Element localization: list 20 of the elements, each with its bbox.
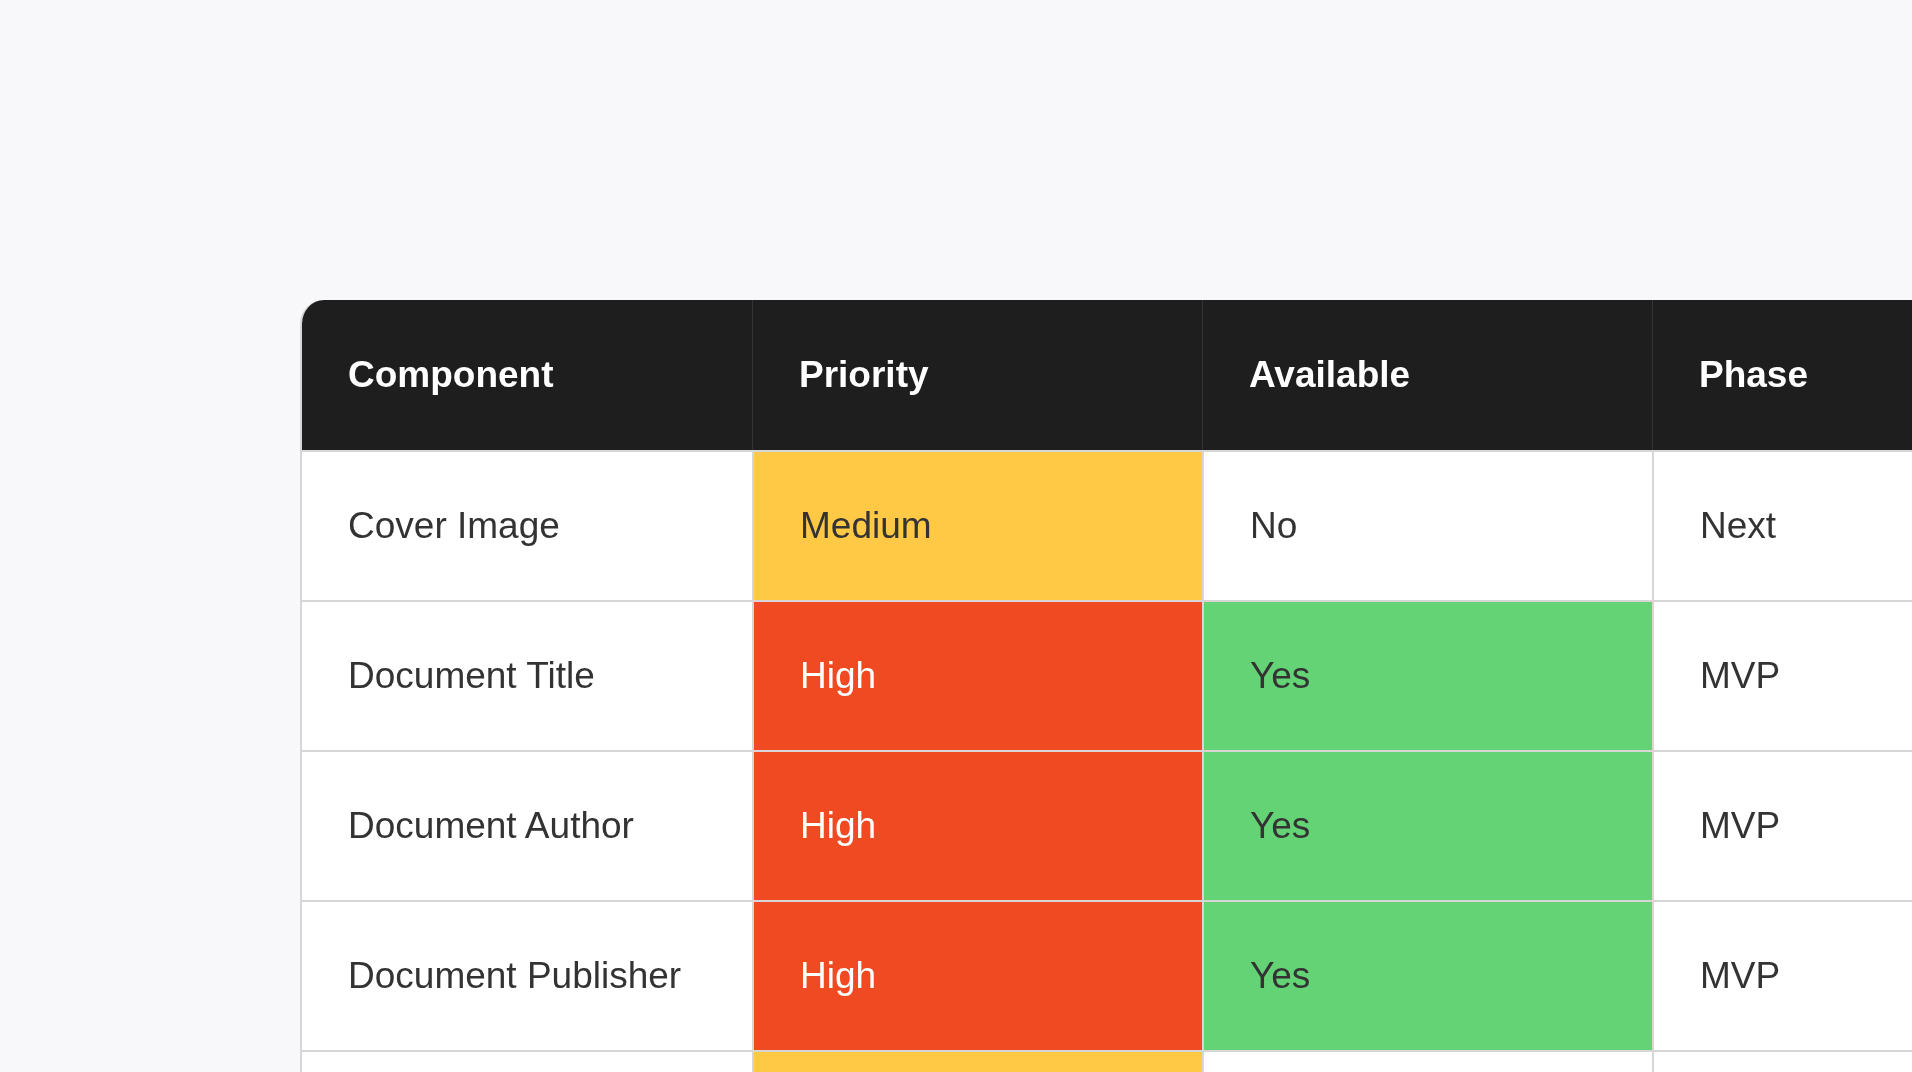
table-cell: Yes [1202, 902, 1652, 1050]
table-cell: No [1202, 452, 1652, 600]
table-cell-text: Cover Image [347, 504, 561, 549]
table-cell: MVP [1652, 752, 1912, 900]
table-cell: Yes [1202, 602, 1652, 750]
table-cell: Next [1652, 452, 1912, 600]
table-cell: MVP [1652, 602, 1912, 750]
table-cell: High [752, 902, 1202, 1050]
table-cell: High [752, 752, 1202, 900]
column-header: Priority [799, 353, 929, 398]
table-cell-text: Document Title [347, 654, 596, 699]
table-cell: Yes [1202, 752, 1652, 900]
table-cell-text: Document Author [347, 804, 635, 849]
table-cell: Medium [752, 452, 1202, 600]
table-cell: MVP [1652, 902, 1912, 1050]
column-header: Available [1249, 353, 1411, 398]
table-cell-text: Document Publisher [347, 954, 683, 999]
table-cell: High [752, 602, 1202, 750]
column-header: Phase [1699, 353, 1808, 398]
column-header: Component [348, 353, 554, 398]
